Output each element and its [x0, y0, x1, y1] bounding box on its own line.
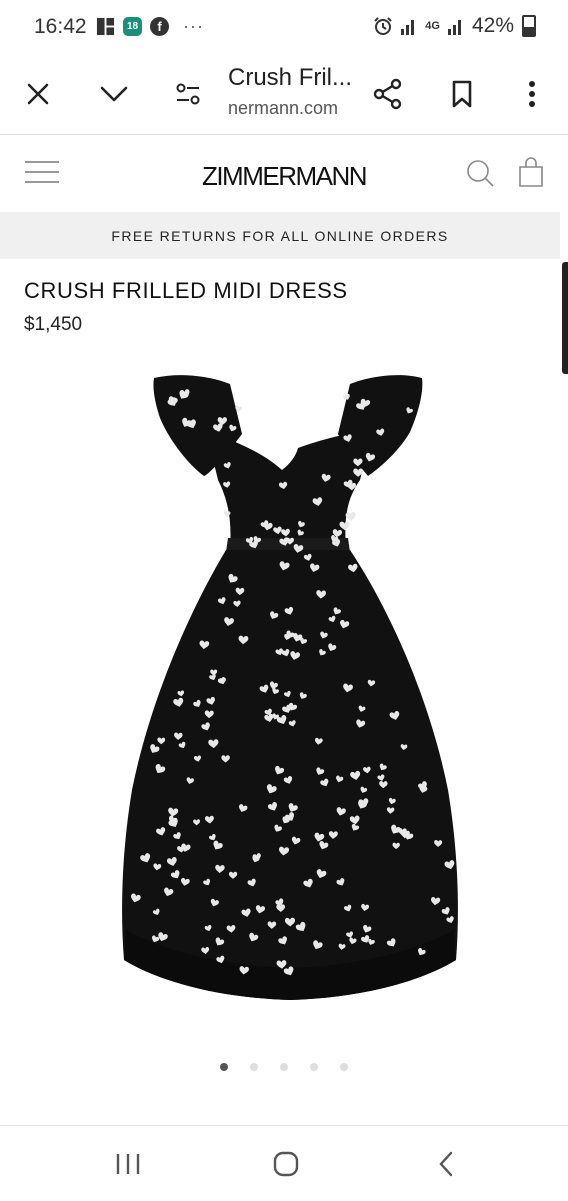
- collapse-button[interactable]: [92, 72, 136, 116]
- signal-icon-2: [447, 20, 461, 35]
- notification-square-icon: [96, 17, 115, 36]
- signal-icon: [401, 20, 415, 35]
- more-vert-icon: [529, 81, 535, 107]
- heart-motif: [345, 511, 357, 522]
- bag-icon[interactable]: [517, 156, 545, 188]
- banner-text: FREE RETURNS FOR ALL ONLINE ORDERS: [111, 227, 449, 244]
- more-notifications-icon: ···: [183, 16, 204, 36]
- recents-icon: [116, 1154, 140, 1174]
- search-icon[interactable]: [465, 158, 495, 188]
- share-button[interactable]: [366, 72, 410, 116]
- site-settings-button[interactable]: [166, 72, 210, 116]
- back-button[interactable]: [426, 1146, 466, 1182]
- carousel-dot[interactable]: [220, 1063, 228, 1071]
- system-navigation-bar: [0, 1125, 568, 1201]
- notification-icons: 18 f ···: [96, 16, 204, 37]
- browser-toolbar: Crush Fril... nermann.com: [0, 56, 568, 135]
- carousel-dot[interactable]: [280, 1063, 288, 1071]
- image-carousel-dots[interactable]: [0, 1063, 568, 1071]
- system-icons: 4G 42%: [373, 14, 536, 38]
- carousel-dot[interactable]: [310, 1063, 318, 1071]
- dress-shape: [122, 375, 458, 1000]
- battery-icon: [522, 15, 536, 37]
- product-title: CRUSH FRILLED MIDI DRESS: [24, 278, 348, 303]
- more-options-button[interactable]: [510, 72, 554, 116]
- site-header: ZIMMERMANN: [0, 134, 568, 212]
- carousel-dot[interactable]: [250, 1063, 258, 1071]
- recents-button[interactable]: [108, 1146, 148, 1182]
- carousel-dot[interactable]: [340, 1063, 348, 1071]
- alarm-icon: [374, 17, 392, 35]
- free-returns-banner: FREE RETURNS FOR ALL ONLINE ORDERS: [0, 212, 560, 259]
- calendar-icon: 18: [123, 17, 142, 36]
- close-tab-button[interactable]: [16, 72, 60, 116]
- network-type: 4G: [425, 20, 440, 32]
- home-icon: [273, 1151, 299, 1177]
- back-icon: [439, 1151, 453, 1177]
- page-scrollbar[interactable]: [562, 262, 568, 374]
- bookmark-icon: [452, 80, 472, 108]
- facebook-icon: f: [150, 17, 169, 36]
- close-icon: [27, 83, 49, 105]
- site-settings-icon: [176, 83, 200, 105]
- product-image[interactable]: [110, 370, 470, 1030]
- chevron-down-icon: [100, 86, 128, 102]
- home-button[interactable]: [266, 1146, 306, 1182]
- status-time: 16:42: [34, 15, 87, 38]
- product-price: $1,450: [24, 314, 83, 335]
- bookmark-button[interactable]: [440, 72, 484, 116]
- share-icon: [373, 78, 402, 110]
- tab-title[interactable]: Crush Fril...: [228, 64, 352, 92]
- url-domain[interactable]: nermann.com: [228, 98, 338, 119]
- battery-level: 42%: [471, 14, 514, 37]
- status-bar: 16:42 18 f ··· 4G 42%: [0, 0, 568, 56]
